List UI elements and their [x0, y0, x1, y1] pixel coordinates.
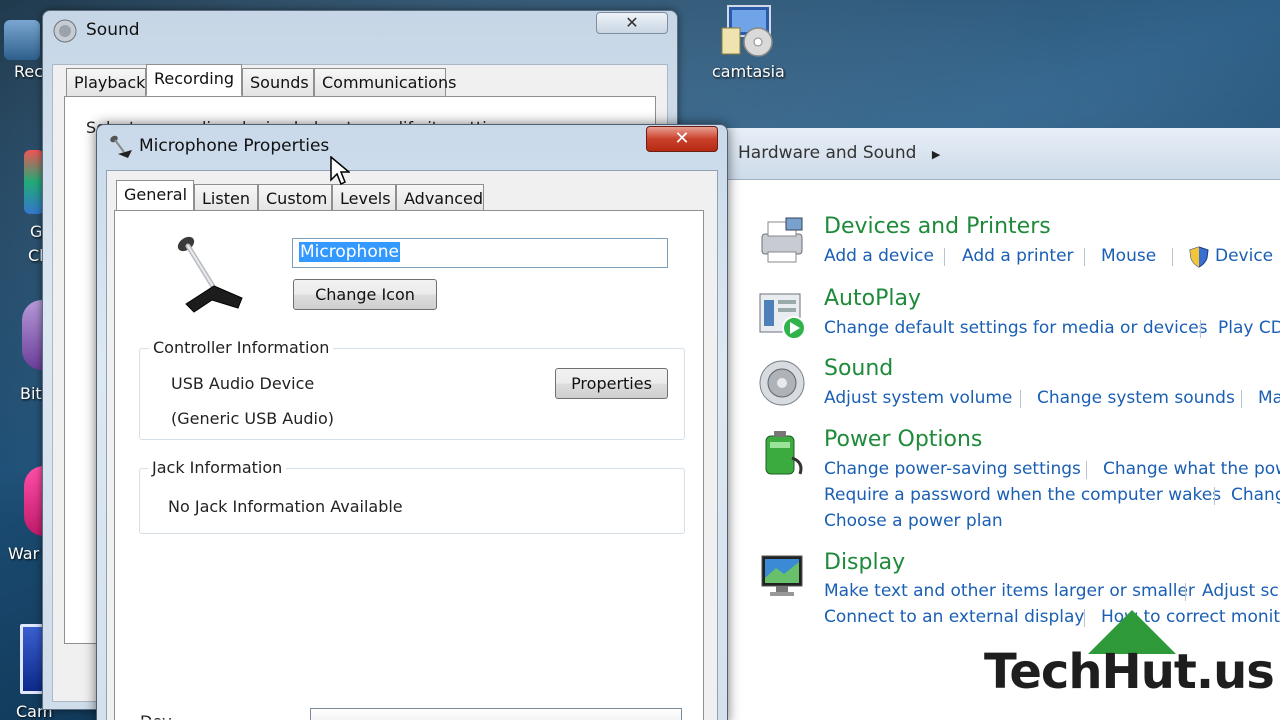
device-name-selected-text: Microphone [299, 242, 400, 262]
tab-levels[interactable]: Levels [332, 184, 396, 212]
desktop-label-rec: Rec [14, 62, 44, 81]
separator [1241, 390, 1242, 408]
breadcrumb-arrow-icon[interactable]: ▶ [932, 148, 940, 161]
tab-communications[interactable]: Communications [314, 68, 456, 96]
change-power-saving-link[interactable]: Change power-saving settings [824, 459, 1081, 479]
battery-icon[interactable] [756, 428, 808, 478]
printer-icon[interactable] [756, 216, 808, 266]
controller-information-legend: Controller Information [149, 338, 334, 357]
separator [1086, 461, 1087, 479]
microphone-properties-title: Microphone Properties [139, 136, 330, 156]
display-title[interactable]: Display [824, 550, 905, 575]
connect-external-display-link[interactable]: Connect to an external display [824, 607, 1084, 627]
sound-close-button[interactable]: ✕ [596, 12, 668, 34]
device-name-field[interactable]: Microphone [292, 238, 668, 268]
separator [1185, 583, 1186, 601]
make-text-larger-link[interactable]: Make text and other items larger or smal… [824, 581, 1195, 601]
desktop-icon-g[interactable] [24, 150, 44, 214]
choose-power-plan-link[interactable]: Choose a power plan [824, 511, 1003, 531]
controller-properties-button[interactable]: Properties [555, 368, 668, 399]
mouse-link[interactable]: Mouse [1101, 246, 1156, 266]
tab-sounds[interactable]: Sounds [242, 68, 314, 96]
controller-name: USB Audio Device [171, 374, 315, 393]
require-password-on-wake-link[interactable]: Require a password when the computer wak… [824, 485, 1221, 505]
camtasia-desktop-label: camtasia [712, 62, 785, 81]
change-icon-button[interactable]: Change Icon [293, 279, 437, 310]
separator [1020, 390, 1021, 408]
tab-playback[interactable]: Playback [66, 68, 146, 96]
device-manager-link[interactable]: Device M [1215, 246, 1280, 266]
camtasia-desktop-icon[interactable] [718, 2, 784, 60]
autoplay-icon[interactable] [756, 292, 808, 342]
play-cd-link[interactable]: Play CD [1218, 318, 1280, 338]
separator [1214, 487, 1215, 505]
device-usage-label: Dev [140, 712, 172, 720]
add-a-device-link[interactable]: Add a device [824, 246, 934, 266]
separator [944, 248, 945, 266]
uac-shield-icon [1188, 246, 1210, 272]
tab-custom[interactable]: Custom [258, 184, 332, 212]
sound-window-title: Sound [86, 20, 140, 40]
power-options-title[interactable]: Power Options [824, 427, 982, 452]
desktop-icon-rec[interactable] [4, 20, 40, 60]
sound-window-icon [52, 18, 78, 44]
desktop-icon-war[interactable] [24, 466, 44, 536]
jack-information-text: No Jack Information Available [168, 497, 403, 516]
adjust-screen-resolution-link[interactable]: Adjust scr [1202, 581, 1280, 601]
speaker-icon[interactable] [756, 358, 808, 408]
microphone-title-icon [106, 132, 134, 160]
change-sleep-link[interactable]: Chang [1231, 485, 1280, 505]
desktop-label-g: G [30, 222, 43, 241]
desktop-icon-bit[interactable] [22, 300, 44, 370]
separator [1084, 248, 1085, 266]
desktop-label-bit: Bit [20, 384, 42, 403]
sound-title[interactable]: Sound [824, 356, 893, 381]
watermark-logo: TechHut.us [984, 644, 1275, 700]
devices-and-printers-title[interactable]: Devices and Printers [824, 214, 1051, 239]
change-power-buttons-link[interactable]: Change what the pow [1103, 459, 1280, 479]
microphone-close-button[interactable]: ✕ [646, 126, 718, 152]
change-system-sounds-link[interactable]: Change system sounds [1037, 388, 1235, 408]
separator [1172, 248, 1173, 266]
microphone-icon [168, 234, 248, 314]
desktop-label-war: War [8, 544, 40, 563]
controller-description: (Generic USB Audio) [171, 409, 335, 428]
manage-audio-devices-link[interactable]: Ma [1258, 388, 1280, 408]
mouse-cursor-icon [330, 155, 352, 186]
tab-general[interactable]: General [116, 180, 194, 212]
breadcrumb-hardware-and-sound[interactable]: Hardware and Sound [738, 143, 916, 163]
add-a-printer-link[interactable]: Add a printer [962, 246, 1074, 266]
tab-advanced[interactable]: Advanced [396, 184, 484, 212]
change-default-media-settings-link[interactable]: Change default settings for media or dev… [824, 318, 1208, 338]
separator [1084, 609, 1085, 627]
separator [1200, 320, 1201, 338]
adjust-system-volume-link[interactable]: Adjust system volume [824, 388, 1012, 408]
tab-recording[interactable]: Recording [146, 64, 242, 96]
device-usage-select[interactable] [310, 708, 682, 720]
jack-information-legend: Jack Information [148, 458, 287, 477]
monitor-icon[interactable] [756, 552, 808, 602]
control-panel-breadcrumb[interactable]: Hardware and Sound ▶ [738, 143, 940, 163]
tab-listen[interactable]: Listen [194, 184, 258, 212]
autoplay-title[interactable]: AutoPlay [824, 286, 921, 311]
